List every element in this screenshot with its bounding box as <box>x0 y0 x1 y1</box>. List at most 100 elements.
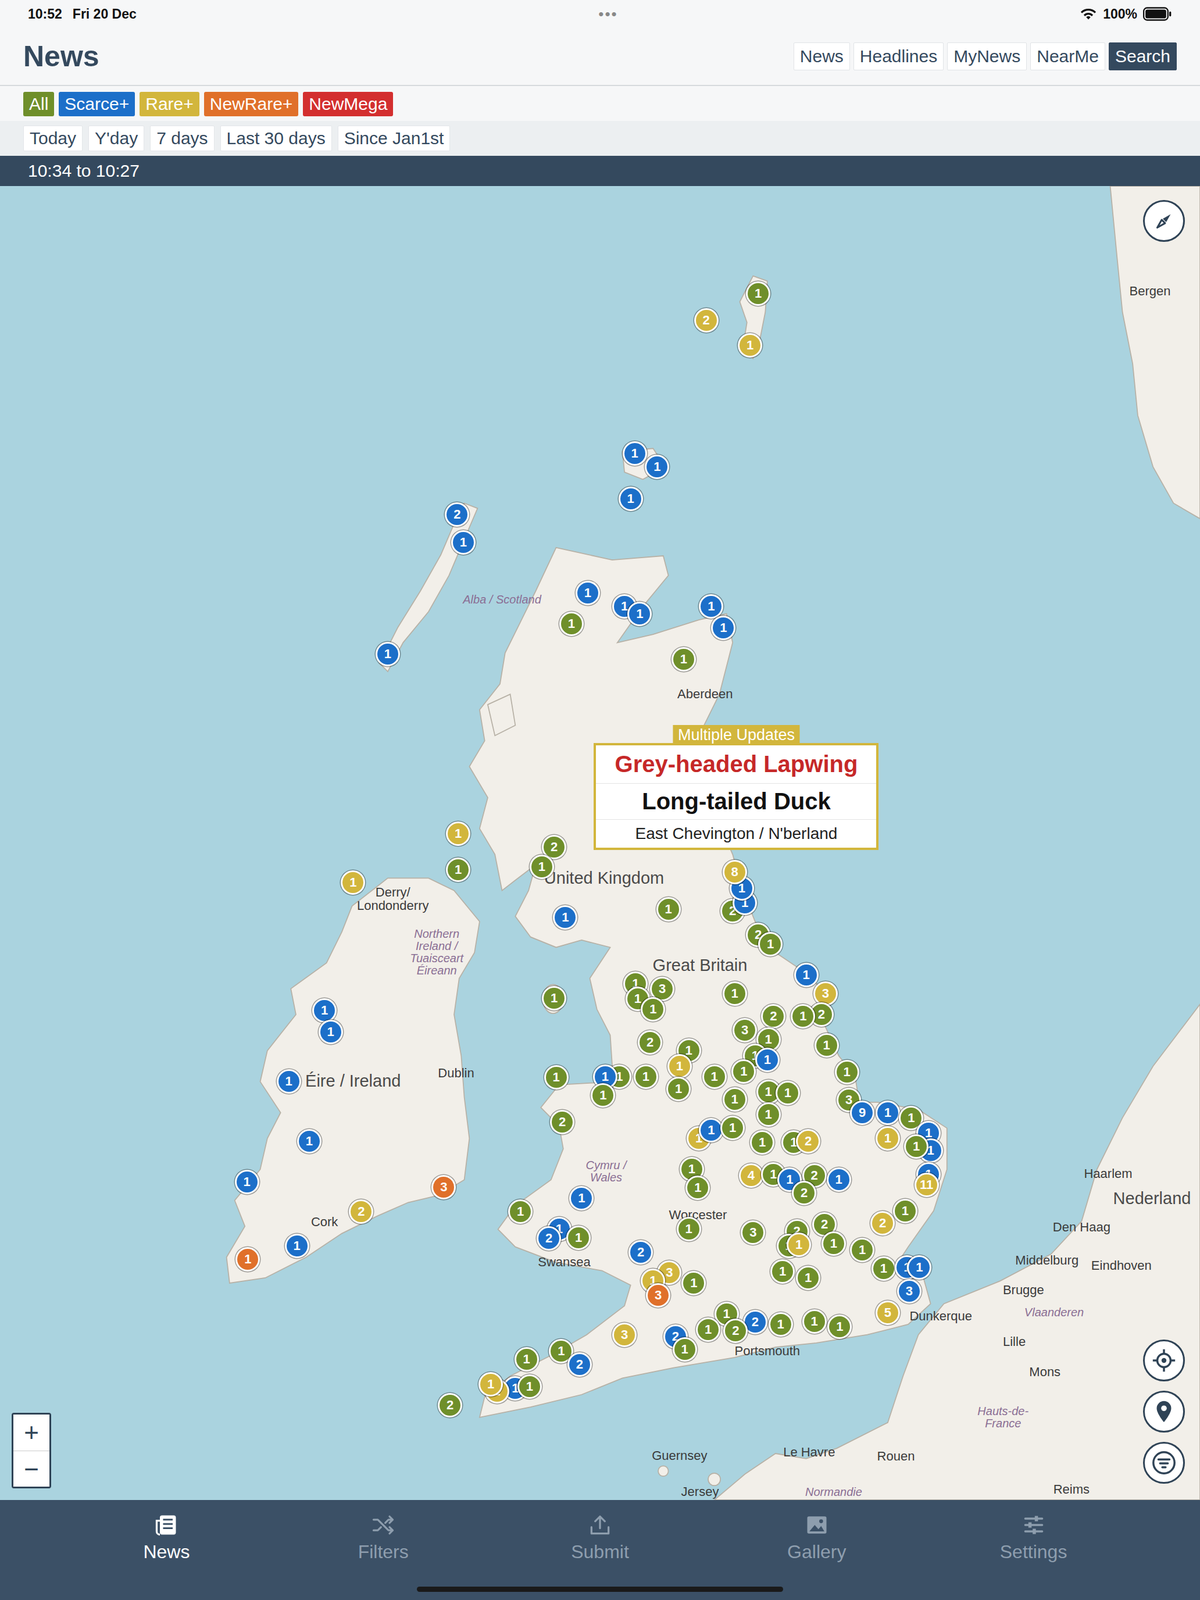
sighting-pin[interactable]: 1 <box>786 1232 812 1257</box>
period-button[interactable]: Today <box>23 125 83 152</box>
sighting-pin[interactable]: 1 <box>514 1347 539 1372</box>
period-button[interactable]: Since Jan1st <box>337 125 451 152</box>
filter-button[interactable] <box>1143 1441 1185 1484</box>
period-button[interactable]: Y'day <box>88 125 145 152</box>
sighting-pin[interactable]: 1 <box>284 1233 310 1259</box>
sighting-pin[interactable]: 1 <box>802 1309 827 1334</box>
home-indicator[interactable] <box>416 1586 784 1592</box>
sighting-pin[interactable]: 1 <box>814 1033 839 1058</box>
sighting-pin[interactable]: 1 <box>850 1237 875 1263</box>
sighting-pin[interactable]: 1 <box>871 1256 896 1281</box>
sighting-pin[interactable]: 1 <box>297 1129 322 1154</box>
sighting-pin[interactable]: 2 <box>694 308 719 333</box>
sighting-pin[interactable]: 1 <box>312 998 337 1023</box>
sighting-pin[interactable]: 2 <box>870 1211 895 1236</box>
sighting-pin[interactable]: 1 <box>478 1372 503 1397</box>
sighting-pin[interactable]: 2 <box>567 1352 592 1377</box>
top-tab[interactable]: Headlines <box>853 42 944 71</box>
top-tab[interactable]: Search <box>1108 42 1177 71</box>
sighting-pin[interactable]: 9 <box>850 1100 875 1125</box>
top-tab[interactable]: NearMe <box>1030 42 1106 71</box>
locate-button[interactable] <box>1143 1339 1185 1382</box>
sighting-pin[interactable]: 8 <box>722 859 748 885</box>
sighting-pin[interactable]: 2 <box>550 1109 575 1135</box>
sighting-pin[interactable]: 1 <box>622 441 648 466</box>
sighting-pin[interactable]: 1 <box>906 1255 932 1280</box>
nav-item[interactable]: Settings <box>987 1511 1081 1564</box>
zoom-out-button[interactable]: − <box>13 1450 50 1487</box>
rarity-chip[interactable]: Scarce+ <box>58 91 135 117</box>
sighting-pin[interactable]: 1 <box>508 1199 533 1224</box>
sighting-pin[interactable]: 1 <box>826 1167 852 1192</box>
sighting-pin[interactable]: 1 <box>644 454 670 480</box>
sighting-pin[interactable]: 1 <box>575 580 600 606</box>
sighting-pin[interactable]: 1 <box>745 281 771 306</box>
sighting-pin[interactable]: 1 <box>633 1064 659 1089</box>
sighting-pin[interactable]: 2 <box>723 1318 748 1344</box>
sighting-pin[interactable]: 1 <box>235 1247 260 1272</box>
sighting-pin[interactable]: 1 <box>672 1337 698 1362</box>
sighting-pin[interactable]: 1 <box>755 1047 780 1073</box>
sighting-pin[interactable]: 1 <box>541 986 567 1011</box>
rarity-chip[interactable]: All <box>23 91 55 117</box>
sighting-pin[interactable]: 2 <box>437 1393 463 1418</box>
sighting-pin[interactable]: 2 <box>348 1199 374 1224</box>
sighting-pin[interactable]: 1 <box>671 647 696 672</box>
sighting-pin[interactable]: 2 <box>637 1030 663 1055</box>
sighting-pin[interactable]: 1 <box>756 1102 781 1127</box>
sighting-pin[interactable]: 1 <box>702 1064 727 1089</box>
sighting-pin[interactable]: 1 <box>445 821 471 846</box>
nav-item[interactable]: News <box>119 1511 213 1564</box>
sighting-pin[interactable]: 3 <box>431 1175 456 1200</box>
sighting-pin[interactable]: 1 <box>445 857 471 882</box>
sighting-pin[interactable]: 1 <box>827 1314 852 1339</box>
sighting-pin[interactable]: 3 <box>732 1018 757 1043</box>
sighting-pin[interactable]: 1 <box>794 962 819 988</box>
sighting-pin[interactable]: 1 <box>750 1130 775 1155</box>
sighting-pin[interactable]: 11 <box>914 1172 939 1198</box>
sighting-pin[interactable]: 1 <box>566 1225 591 1250</box>
sighting-pin[interactable]: 1 <box>451 530 476 555</box>
nav-item[interactable]: Submit <box>553 1511 647 1564</box>
sighting-pin[interactable]: 1 <box>893 1198 918 1224</box>
sighting-pin[interactable]: 1 <box>340 870 366 895</box>
sighting-pin[interactable]: 1 <box>737 333 763 358</box>
sighting-pin[interactable]: 1 <box>834 1059 860 1085</box>
map[interactable]: BergenAlba / ScotlandAberdeenUnited King… <box>0 186 1200 1500</box>
nav-item[interactable]: Filters <box>336 1511 430 1564</box>
sighting-pin[interactable]: 1 <box>795 1265 821 1291</box>
sighting-pin[interactable]: 1 <box>770 1259 795 1284</box>
sighting-pin[interactable]: 1 <box>698 1118 724 1143</box>
sighting-pin[interactable]: 1 <box>318 1019 344 1045</box>
zoom-in-button[interactable]: + <box>13 1414 50 1451</box>
sighting-pin[interactable]: 1 <box>685 1175 710 1200</box>
sighting-pin[interactable]: 1 <box>720 1115 745 1141</box>
sighting-pin[interactable]: 1 <box>676 1216 702 1242</box>
sighting-pin[interactable]: 1 <box>544 1065 569 1090</box>
sighting-pin[interactable]: 1 <box>904 1134 929 1159</box>
sighting-pin[interactable]: 1 <box>375 641 400 667</box>
orientation-button[interactable] <box>1143 200 1185 242</box>
sighting-pin[interactable]: 1 <box>875 1126 900 1151</box>
sighting-pin[interactable]: 2 <box>444 502 470 527</box>
sighting-pin[interactable]: 1 <box>640 997 666 1022</box>
sighting-pin[interactable]: 3 <box>645 1283 671 1308</box>
rarity-chip[interactable]: NewRare+ <box>204 91 299 117</box>
sighting-pin[interactable]: 1 <box>590 1083 616 1108</box>
sighting-pin[interactable]: 1 <box>569 1186 594 1211</box>
sighting-pin[interactable]: 1 <box>698 594 724 619</box>
top-tab[interactable]: News <box>793 42 850 71</box>
sighting-pin[interactable]: 4 <box>738 1163 764 1188</box>
sighting-pin[interactable]: 1 <box>618 486 644 512</box>
sighting-pin[interactable]: 1 <box>722 981 748 1006</box>
sighting-pin[interactable]: 1 <box>775 1080 800 1106</box>
sighting-pin[interactable]: 2 <box>795 1129 821 1154</box>
sighting-pin[interactable]: 2 <box>536 1226 562 1251</box>
sighting-pin[interactable]: 1 <box>758 931 783 957</box>
sighting-pin[interactable]: 3 <box>897 1279 922 1304</box>
sighting-pin[interactable]: 1 <box>790 1004 816 1029</box>
sighting-pin[interactable]: 2 <box>761 1004 786 1029</box>
sighting-pin[interactable]: 1 <box>529 854 555 880</box>
sighting-pin[interactable]: 1 <box>695 1317 721 1342</box>
sighting-pin[interactable]: 1 <box>656 897 681 922</box>
